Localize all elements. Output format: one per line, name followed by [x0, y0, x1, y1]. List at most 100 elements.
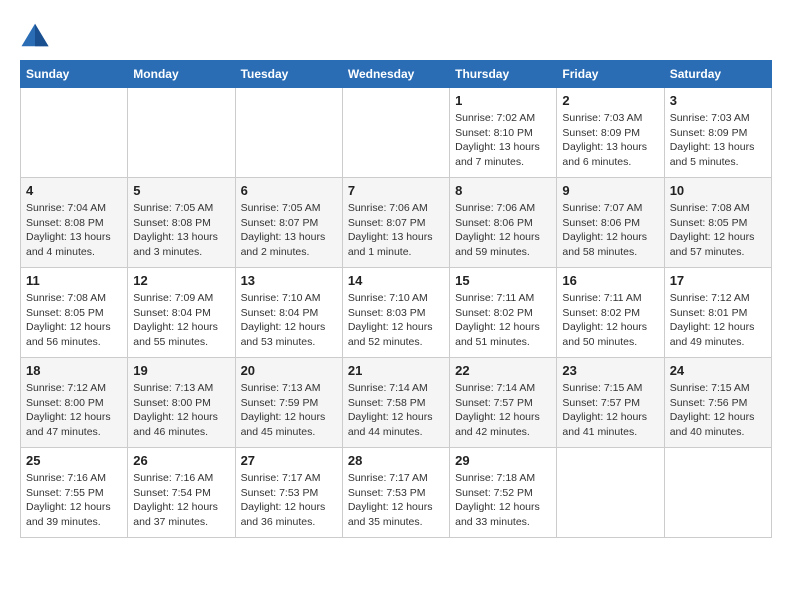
calendar-day-cell: 6 Sunrise: 7:05 AM Sunset: 8:07 PM Daylig… [235, 178, 342, 268]
day-info: Sunrise: 7:05 AM Sunset: 8:08 PM Dayligh… [133, 201, 229, 260]
calendar-day-cell: 15 Sunrise: 7:11 AM Sunset: 8:02 PM Dayli… [450, 268, 557, 358]
day-info: Sunrise: 7:13 AM Sunset: 8:00 PM Dayligh… [133, 381, 229, 440]
day-number: 6 [241, 183, 337, 198]
day-info: Sunrise: 7:03 AM Sunset: 8:09 PM Dayligh… [670, 111, 766, 170]
day-number: 21 [348, 363, 444, 378]
calendar-day-cell: 7 Sunrise: 7:06 AM Sunset: 8:07 PM Daylig… [342, 178, 449, 268]
day-info: Sunrise: 7:12 AM Sunset: 8:01 PM Dayligh… [670, 291, 766, 350]
calendar-day-cell: 9 Sunrise: 7:07 AM Sunset: 8:06 PM Daylig… [557, 178, 664, 268]
day-number: 13 [241, 273, 337, 288]
calendar-day-cell: 29Sunrise: 7:18 AM Sunset: 7:52 PM Dayli… [450, 448, 557, 538]
calendar-week-row: 11 Sunrise: 7:08 AM Sunset: 8:05 PM Dayli… [21, 268, 772, 358]
calendar-day-cell: 8Sunrise: 7:06 AM Sunset: 8:06 PM Daylig… [450, 178, 557, 268]
calendar-week-row: 25Sunrise: 7:16 AM Sunset: 7:55 PM Dayli… [21, 448, 772, 538]
day-info: Sunrise: 7:17 AM Sunset: 7:53 PM Dayligh… [241, 471, 337, 530]
day-number: 27 [241, 453, 337, 468]
calendar-week-row: 1 Sunrise: 7:02 AM Sunset: 8:10 PM Daylig… [21, 88, 772, 178]
day-number: 12 [133, 273, 229, 288]
day-info: Sunrise: 7:05 AM Sunset: 8:07 PM Dayligh… [241, 201, 337, 260]
day-info: Sunrise: 7:15 AM Sunset: 7:56 PM Dayligh… [670, 381, 766, 440]
day-number: 4 [26, 183, 122, 198]
day-number: 1 [455, 93, 551, 108]
weekday-header-cell: Wednesday [342, 61, 449, 88]
day-info: Sunrise: 7:13 AM Sunset: 7:59 PM Dayligh… [241, 381, 337, 440]
calendar-day-cell: 2Sunrise: 7:03 AM Sunset: 8:09 PM Daylig… [557, 88, 664, 178]
day-number: 16 [562, 273, 658, 288]
day-number: 24 [670, 363, 766, 378]
calendar-day-cell: 17 Sunrise: 7:12 AM Sunset: 8:01 PM Dayli… [664, 268, 771, 358]
day-number: 25 [26, 453, 122, 468]
calendar-day-cell: 12 Sunrise: 7:09 AM Sunset: 8:04 PM Dayli… [128, 268, 235, 358]
day-number: 23 [562, 363, 658, 378]
calendar-day-cell: 4 Sunrise: 7:04 AM Sunset: 8:08 PM Daylig… [21, 178, 128, 268]
calendar-day-cell: 11 Sunrise: 7:08 AM Sunset: 8:05 PM Dayli… [21, 268, 128, 358]
day-info: Sunrise: 7:10 AM Sunset: 8:03 PM Dayligh… [348, 291, 444, 350]
day-number: 7 [348, 183, 444, 198]
logo-icon [20, 20, 50, 50]
day-info: Sunrise: 7:14 AM Sunset: 7:58 PM Dayligh… [348, 381, 444, 440]
day-number: 5 [133, 183, 229, 198]
calendar-table: SundayMondayTuesdayWednesdayThursdayFrid… [20, 60, 772, 538]
calendar-day-cell: 19 Sunrise: 7:13 AM Sunset: 8:00 PM Dayli… [128, 358, 235, 448]
day-info: Sunrise: 7:08 AM Sunset: 8:05 PM Dayligh… [26, 291, 122, 350]
calendar-day-cell: 27 Sunrise: 7:17 AM Sunset: 7:53 PM Dayli… [235, 448, 342, 538]
calendar-day-cell: 21 Sunrise: 7:14 AM Sunset: 7:58 PM Dayli… [342, 358, 449, 448]
calendar-day-cell: 13 Sunrise: 7:10 AM Sunset: 8:04 PM Dayli… [235, 268, 342, 358]
calendar-day-cell: 10Sunrise: 7:08 AM Sunset: 8:05 PM Dayli… [664, 178, 771, 268]
calendar-day-cell: 3 Sunrise: 7:03 AM Sunset: 8:09 PM Daylig… [664, 88, 771, 178]
calendar-day-cell [664, 448, 771, 538]
calendar-day-cell: 1 Sunrise: 7:02 AM Sunset: 8:10 PM Daylig… [450, 88, 557, 178]
day-info: Sunrise: 7:09 AM Sunset: 8:04 PM Dayligh… [133, 291, 229, 350]
day-number: 14 [348, 273, 444, 288]
weekday-header-cell: Monday [128, 61, 235, 88]
day-info: Sunrise: 7:03 AM Sunset: 8:09 PM Dayligh… [562, 111, 658, 170]
calendar-day-cell [557, 448, 664, 538]
day-info: Sunrise: 7:17 AM Sunset: 7:53 PM Dayligh… [348, 471, 444, 530]
weekday-header-cell: Tuesday [235, 61, 342, 88]
weekday-header-cell: Thursday [450, 61, 557, 88]
day-info: Sunrise: 7:16 AM Sunset: 7:54 PM Dayligh… [133, 471, 229, 530]
day-info: Sunrise: 7:04 AM Sunset: 8:08 PM Dayligh… [26, 201, 122, 260]
day-info: Sunrise: 7:14 AM Sunset: 7:57 PM Dayligh… [455, 381, 551, 440]
day-number: 18 [26, 363, 122, 378]
day-info: Sunrise: 7:10 AM Sunset: 8:04 PM Dayligh… [241, 291, 337, 350]
logo [20, 20, 54, 50]
calendar-day-cell [235, 88, 342, 178]
day-number: 11 [26, 273, 122, 288]
day-info: Sunrise: 7:12 AM Sunset: 8:00 PM Dayligh… [26, 381, 122, 440]
day-info: Sunrise: 7:06 AM Sunset: 8:07 PM Dayligh… [348, 201, 444, 260]
calendar-day-cell: 16 Sunrise: 7:11 AM Sunset: 8:02 PM Dayli… [557, 268, 664, 358]
day-number: 15 [455, 273, 551, 288]
day-number: 9 [562, 183, 658, 198]
calendar-day-cell: 18 Sunrise: 7:12 AM Sunset: 8:00 PM Dayli… [21, 358, 128, 448]
calendar-day-cell: 5 Sunrise: 7:05 AM Sunset: 8:08 PM Daylig… [128, 178, 235, 268]
calendar-day-cell: 25Sunrise: 7:16 AM Sunset: 7:55 PM Dayli… [21, 448, 128, 538]
calendar-day-cell: 28 Sunrise: 7:17 AM Sunset: 7:53 PM Dayli… [342, 448, 449, 538]
day-info: Sunrise: 7:07 AM Sunset: 8:06 PM Dayligh… [562, 201, 658, 260]
weekday-header-row: SundayMondayTuesdayWednesdayThursdayFrid… [21, 61, 772, 88]
day-number: 3 [670, 93, 766, 108]
day-number: 19 [133, 363, 229, 378]
weekday-header-cell: Friday [557, 61, 664, 88]
calendar-day-cell: 26Sunrise: 7:16 AM Sunset: 7:54 PM Dayli… [128, 448, 235, 538]
calendar-day-cell: 22Sunrise: 7:14 AM Sunset: 7:57 PM Dayli… [450, 358, 557, 448]
day-info: Sunrise: 7:11 AM Sunset: 8:02 PM Dayligh… [562, 291, 658, 350]
day-info: Sunrise: 7:02 AM Sunset: 8:10 PM Dayligh… [455, 111, 551, 170]
weekday-header-cell: Sunday [21, 61, 128, 88]
day-info: Sunrise: 7:11 AM Sunset: 8:02 PM Dayligh… [455, 291, 551, 350]
page-header [20, 20, 772, 50]
calendar-day-cell: 20Sunrise: 7:13 AM Sunset: 7:59 PM Dayli… [235, 358, 342, 448]
day-info: Sunrise: 7:08 AM Sunset: 8:05 PM Dayligh… [670, 201, 766, 260]
weekday-header-cell: Saturday [664, 61, 771, 88]
day-number: 8 [455, 183, 551, 198]
calendar-day-cell [21, 88, 128, 178]
calendar-day-cell: 14 Sunrise: 7:10 AM Sunset: 8:03 PM Dayli… [342, 268, 449, 358]
calendar-day-cell: 23 Sunrise: 7:15 AM Sunset: 7:57 PM Dayli… [557, 358, 664, 448]
day-number: 29 [455, 453, 551, 468]
day-number: 17 [670, 273, 766, 288]
day-info: Sunrise: 7:15 AM Sunset: 7:57 PM Dayligh… [562, 381, 658, 440]
calendar-week-row: 18 Sunrise: 7:12 AM Sunset: 8:00 PM Dayli… [21, 358, 772, 448]
day-number: 28 [348, 453, 444, 468]
calendar-day-cell: 24 Sunrise: 7:15 AM Sunset: 7:56 PM Dayli… [664, 358, 771, 448]
calendar-day-cell [128, 88, 235, 178]
